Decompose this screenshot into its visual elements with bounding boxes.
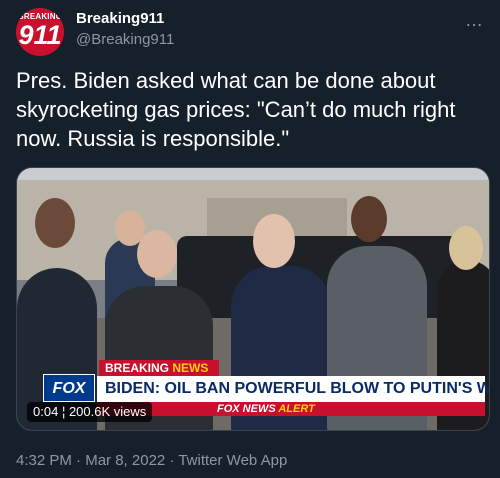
- video-time: 0:04: [33, 404, 59, 419]
- news-headline: BIDEN: OIL BAN POWERFUL BLOW TO PUTIN'S …: [97, 376, 489, 402]
- news-alert-bar: FOX NEWS ALERT: [97, 402, 485, 416]
- video-person-head: [253, 214, 295, 268]
- more-options-icon[interactable]: …: [465, 10, 484, 31]
- news-text: NEWS: [172, 361, 209, 375]
- display-name[interactable]: Breaking911: [76, 10, 164, 27]
- alert-word: ALERT: [278, 403, 315, 415]
- breaking-text: BREAKING: [105, 361, 170, 375]
- tweet-text: Pres. Biden asked what can be done about…: [16, 68, 456, 151]
- tweet-metadata: 4:32 PM · Mar 8, 2022 · Twitter Web App: [16, 452, 287, 469]
- tweet-time[interactable]: 4:32 PM: [16, 452, 72, 469]
- meta-separator: ·: [169, 452, 175, 469]
- video-person-head: [137, 230, 177, 278]
- network-logo: FOX: [43, 374, 95, 402]
- avatar[interactable]: BREAKING 911: [16, 8, 64, 56]
- separator: ¦: [61, 404, 66, 419]
- breaking-news-label: BREAKING NEWS: [99, 360, 219, 376]
- video-views-badge[interactable]: 0:04 ¦ 200.6K views: [27, 402, 153, 422]
- tweet-client: Twitter Web App: [178, 452, 288, 469]
- avatar-number: 911: [18, 20, 62, 50]
- video-views: 200.6K views: [68, 404, 147, 419]
- video-player[interactable]: BREAKING NEWS FOX BIDEN: OIL BAN POWERFU…: [16, 167, 490, 431]
- alert-network-text: FOX NEWS: [217, 403, 276, 415]
- video-person-head: [35, 198, 75, 248]
- tweet-header: BREAKING 911 Breaking911 @Breaking911 …: [16, 8, 484, 56]
- meta-separator: ·: [76, 452, 82, 469]
- video-person-head: [449, 226, 483, 270]
- tweet-date[interactable]: Mar 8, 2022: [85, 452, 165, 469]
- user-handle[interactable]: @Breaking911: [76, 31, 174, 48]
- video-person-head: [351, 196, 387, 242]
